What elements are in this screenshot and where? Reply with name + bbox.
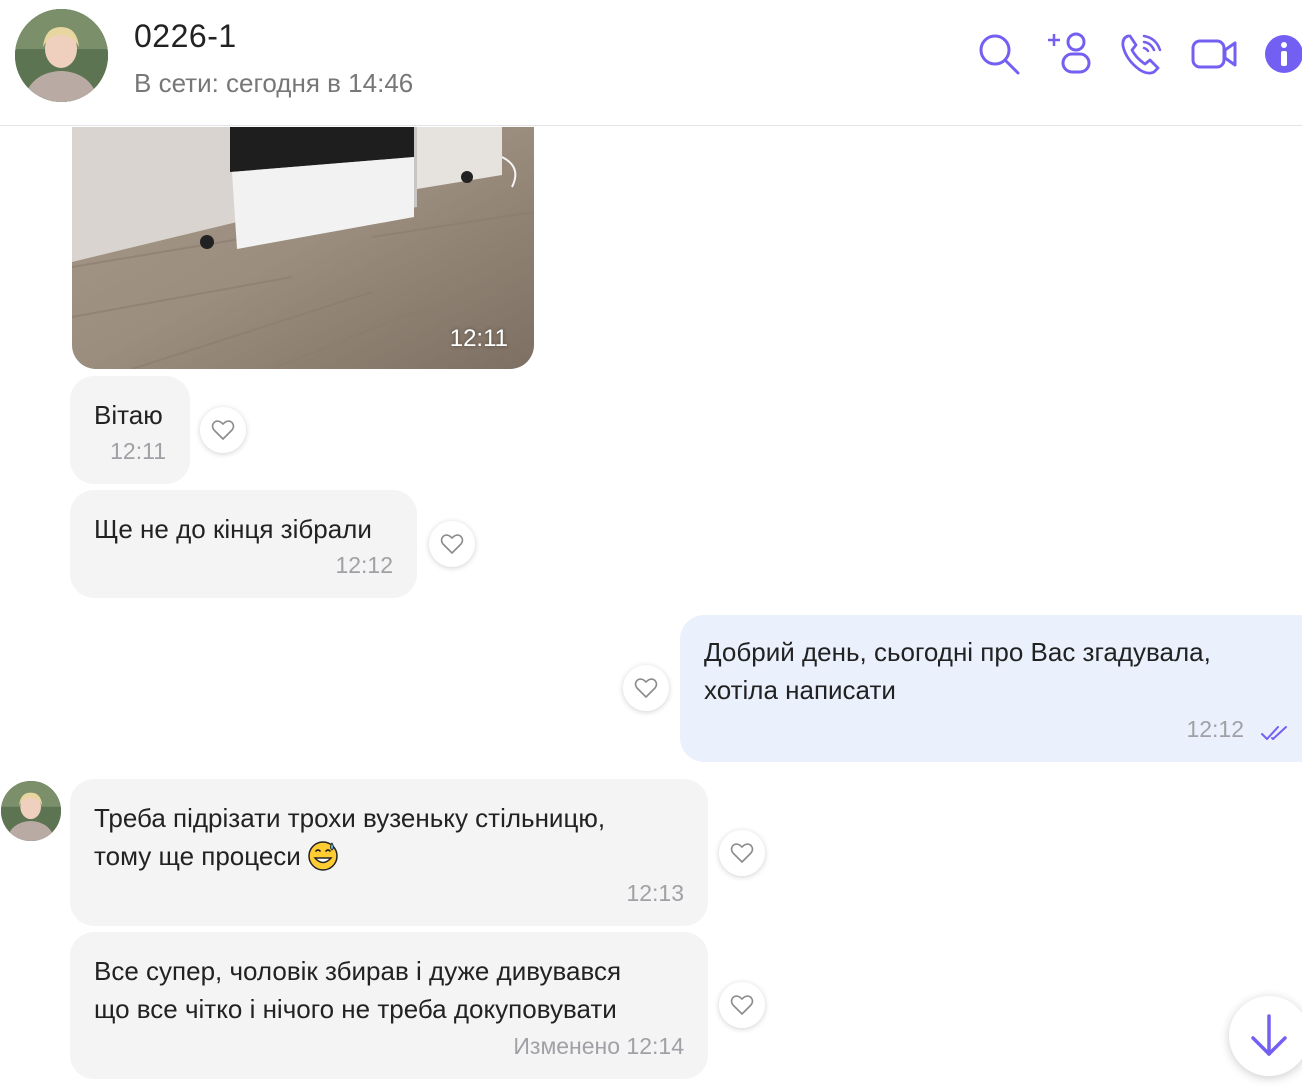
arrow-down-icon xyxy=(1251,1014,1287,1056)
message-timestamp: 12:11 xyxy=(110,438,166,464)
add-participant-icon[interactable] xyxy=(1046,30,1094,78)
message-text-line-container: тому ще процеси xyxy=(94,837,684,875)
sender-avatar[interactable] xyxy=(1,781,61,841)
message-text-line: Добрий день, сьогодні про Вас згадувала, xyxy=(704,637,1211,667)
message-text-line: що все чітко і нічого не треба докуповув… xyxy=(94,994,617,1024)
online-status: В сети: сегодня в 14:46 xyxy=(134,68,414,98)
voice-call-icon[interactable] xyxy=(1118,30,1166,78)
message-text: Вітаю xyxy=(94,400,163,430)
photo-timestamp: 12:11 xyxy=(449,325,508,352)
search-icon[interactable] xyxy=(975,30,1023,78)
heart-icon xyxy=(730,843,754,863)
message-text-line: Треба підрізати трохи вузеньку стільницю… xyxy=(94,803,606,833)
chat-header: 0226-1 В сети: сегодня в 14:46 xyxy=(0,0,1302,126)
incoming-message-bubble[interactable]: Все супер, чоловік збирав і дуже дивував… xyxy=(70,932,708,1079)
read-checkmarks-icon xyxy=(1261,726,1287,740)
message-text-line: Все супер, чоловік збирав і дуже дивував… xyxy=(94,956,622,986)
like-button[interactable] xyxy=(719,982,765,1028)
incoming-message-bubble[interactable]: Ще не до кінця зібрали 12:12 xyxy=(70,490,417,598)
heart-icon xyxy=(634,678,658,698)
message-text-line: тому ще процеси xyxy=(94,841,301,871)
heart-icon xyxy=(211,420,235,440)
heart-icon xyxy=(730,995,754,1015)
like-button[interactable] xyxy=(623,665,669,711)
scroll-to-bottom-button[interactable] xyxy=(1229,996,1302,1076)
like-button[interactable] xyxy=(200,407,246,453)
message-timestamp-edited: Изменено 12:14 xyxy=(513,1033,684,1059)
grinning-sweat-emoji-icon xyxy=(308,841,338,871)
like-button[interactable] xyxy=(719,830,765,876)
contact-avatar[interactable] xyxy=(15,9,108,102)
photo-message[interactable]: 12:11 xyxy=(72,127,534,369)
message-timestamp: 12:12 xyxy=(335,552,393,578)
like-button[interactable] xyxy=(429,521,475,567)
message-text: Ще не до кінця зібрали xyxy=(94,514,372,544)
message-list[interactable]: 12:11 Вітаю 12:11 Ще не до кінця зібрали… xyxy=(0,127,1302,1091)
incoming-message-bubble[interactable]: Треба підрізати трохи вузеньку стільницю… xyxy=(70,779,708,926)
outgoing-message-bubble[interactable]: Добрий день, сьогодні про Вас згадувала,… xyxy=(680,615,1302,762)
video-call-icon[interactable] xyxy=(1190,30,1238,78)
heart-icon xyxy=(440,534,464,554)
incoming-message-bubble[interactable]: Вітаю 12:11 xyxy=(70,376,190,484)
info-icon[interactable] xyxy=(1264,34,1302,74)
chat-title[interactable]: 0226-1 xyxy=(134,18,237,55)
message-text-line: хотіла написати xyxy=(704,675,896,705)
message-timestamp: 12:12 xyxy=(1186,716,1244,742)
message-timestamp: 12:13 xyxy=(626,880,684,906)
